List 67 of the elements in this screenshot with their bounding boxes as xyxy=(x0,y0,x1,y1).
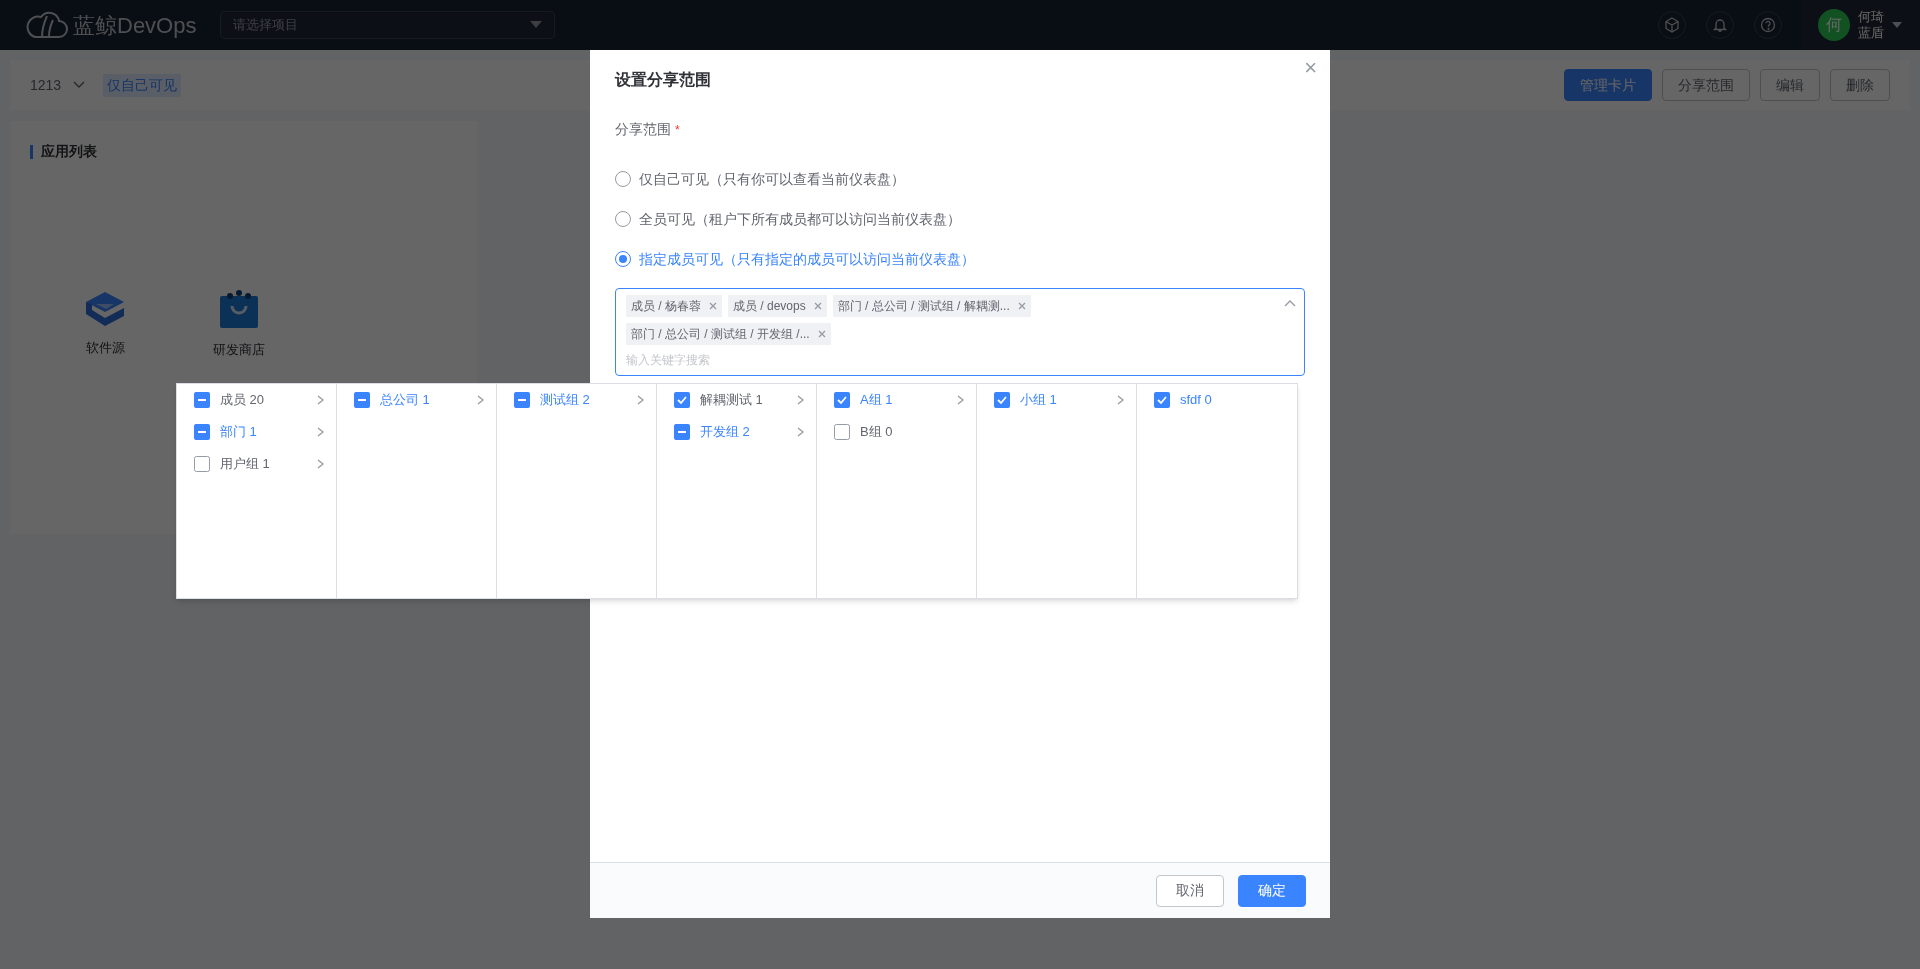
required-mark: * xyxy=(675,121,680,139)
cascader-option[interactable]: 部门 1 xyxy=(177,416,336,448)
chevron-down-icon[interactable] xyxy=(73,81,86,89)
field-label: 分享范围 xyxy=(615,120,671,139)
remove-tag-icon[interactable] xyxy=(1017,302,1026,310)
checkbox[interactable] xyxy=(354,392,370,408)
dialog-button[interactable]: 确定 xyxy=(1238,874,1306,907)
selected-member-tag: 成员 / devops xyxy=(728,295,827,317)
radio-option[interactable]: 仅自己可见（只有你可以查看当前仪表盘） xyxy=(615,168,1305,190)
cascader-option[interactable]: 成员 20 xyxy=(177,384,336,416)
cascader-option[interactable]: 小组 1 xyxy=(977,384,1136,416)
checkbox[interactable] xyxy=(834,392,850,408)
chevron-right-icon[interactable] xyxy=(317,459,324,469)
dashboard-name[interactable]: 1213 xyxy=(30,74,62,96)
remove-tag-icon[interactable] xyxy=(817,330,826,338)
selected-member-tag: 部门 / 总公司 / 测试组 / 开发组 /... xyxy=(626,323,831,345)
checkbox[interactable] xyxy=(194,456,210,472)
app-label[interactable]: 软件源 xyxy=(85,338,125,358)
action-button[interactable]: 删除 xyxy=(1830,69,1890,101)
user-name: 何琦 xyxy=(1858,9,1884,25)
remove-tag-icon[interactable] xyxy=(813,302,822,310)
action-button[interactable]: 管理卡片 xyxy=(1564,69,1652,101)
panel-title: 应用列表 xyxy=(41,142,97,161)
chevron-right-icon[interactable] xyxy=(317,395,324,405)
chevron-right-icon[interactable] xyxy=(637,395,644,405)
checkbox[interactable] xyxy=(834,424,850,440)
checkbox[interactable] xyxy=(674,392,690,408)
chevron-right-icon[interactable] xyxy=(317,427,324,437)
cascader-option[interactable]: A组 1 xyxy=(817,384,976,416)
caret-icon xyxy=(530,21,542,29)
cascader-option[interactable]: 总公司 1 xyxy=(337,384,496,416)
shopping-bag-icon[interactable] xyxy=(218,290,260,330)
checkbox[interactable] xyxy=(194,424,210,440)
app-label[interactable]: 研发商店 xyxy=(213,340,265,360)
action-button[interactable]: 编辑 xyxy=(1760,69,1820,101)
selected-member-tag: 成员 / 杨春蓉 xyxy=(626,295,722,317)
cascader-option[interactable]: B组 0 xyxy=(817,416,976,448)
cascader-option[interactable]: 测试组 2 xyxy=(497,384,656,416)
chevron-up-icon[interactable] xyxy=(1284,299,1296,307)
chevron-right-icon[interactable] xyxy=(957,395,964,405)
organization-name: 蓝盾 xyxy=(1858,25,1884,41)
cascader-option[interactable]: 开发组 2 xyxy=(657,416,816,448)
chevron-right-icon[interactable] xyxy=(477,395,484,405)
checkbox[interactable] xyxy=(194,392,210,408)
checkbox[interactable] xyxy=(514,392,530,408)
cloud-logo-icon xyxy=(25,11,69,39)
selected-member-tag: 部门 / 总公司 / 测试组 / 解耦测... xyxy=(832,295,1031,317)
action-button[interactable]: 分享范围 xyxy=(1662,69,1750,101)
cascader-option[interactable]: 用户组 1 xyxy=(177,448,336,480)
cascader-option[interactable]: 解耦测试 1 xyxy=(657,384,816,416)
caret-icon[interactable] xyxy=(1892,22,1902,28)
chevron-right-icon[interactable] xyxy=(1117,395,1124,405)
cube-app-icon[interactable] xyxy=(84,290,126,328)
logo-text: 蓝鲸DevOps xyxy=(73,11,197,40)
visibility-tag: 仅自己可见 xyxy=(103,73,182,97)
close-button[interactable]: × xyxy=(1304,58,1317,78)
chevron-right-icon[interactable] xyxy=(797,427,804,437)
dialog-title: 设置分享范围 xyxy=(615,70,711,90)
radio-option[interactable]: 指定成员可见（只有指定的成员可以访问当前仪表盘） xyxy=(615,248,1305,270)
checkbox[interactable] xyxy=(994,392,1010,408)
remove-tag-icon[interactable] xyxy=(709,302,717,310)
chevron-right-icon[interactable] xyxy=(797,395,804,405)
radio-option[interactable]: 全员可见（租户下所有成员都可以访问当前仪表盘） xyxy=(615,208,1305,230)
dialog-button[interactable]: 取消 xyxy=(1156,874,1224,907)
cascader-option[interactable]: sfdf 0 xyxy=(1137,384,1297,416)
checkbox[interactable] xyxy=(1154,392,1170,408)
checkbox[interactable] xyxy=(674,424,690,440)
